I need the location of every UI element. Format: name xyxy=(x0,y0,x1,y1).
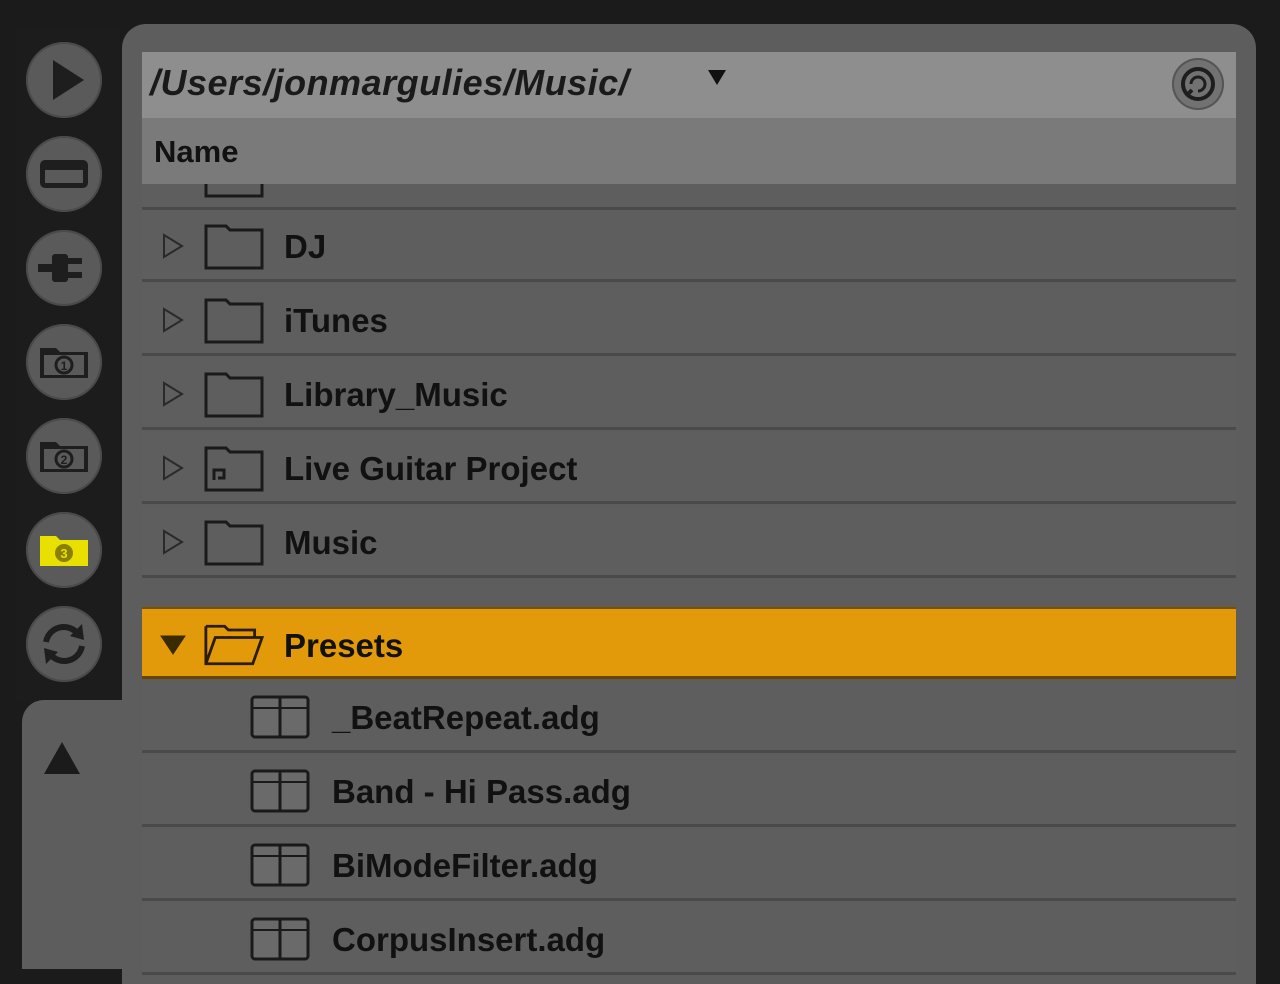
hot-swap-button[interactable] xyxy=(1172,58,1224,110)
file-browser-panel: /Users/jonmargulies/Music/ Name DJ iTune… xyxy=(122,24,1256,984)
list-item[interactable]: _BeatRepeat.adg xyxy=(142,681,1236,753)
expand-arrow-icon[interactable] xyxy=(160,307,186,333)
play-button[interactable] xyxy=(26,42,102,118)
item-label: Live Guitar Project xyxy=(284,450,578,487)
device-group-icon xyxy=(250,769,310,813)
list-item[interactable] xyxy=(142,184,1236,210)
device-group-icon xyxy=(250,917,310,961)
svg-text:1: 1 xyxy=(61,359,68,373)
path-bar[interactable]: /Users/jonmargulies/Music/ xyxy=(142,52,1236,118)
refresh-icon xyxy=(43,624,85,664)
column-header-name[interactable]: Name xyxy=(142,118,1236,184)
current-path[interactable]: /Users/jonmargulies/Music/ xyxy=(150,62,629,104)
places-folder-3-icon: 3 xyxy=(40,536,88,566)
svg-text:2: 2 xyxy=(61,453,68,467)
file-list: DJ iTunes Library_Music Live Guitar Proj… xyxy=(142,184,1236,984)
device-group-icon xyxy=(250,695,310,739)
folder-icon xyxy=(204,184,264,198)
folder-icon xyxy=(204,520,264,566)
places-folder-3-button[interactable]: 3 xyxy=(26,512,102,588)
item-label: Library_Music xyxy=(284,376,508,413)
folder-icon xyxy=(204,224,264,270)
expand-arrow-icon[interactable] xyxy=(160,529,186,555)
play-icon xyxy=(53,60,84,100)
svg-text:3: 3 xyxy=(60,546,67,561)
item-label: DJ xyxy=(284,228,327,265)
list-item-selected[interactable]: Presets xyxy=(142,607,1236,679)
places-folder-2-button[interactable]: 2 xyxy=(26,418,102,494)
list-item[interactable]: Music xyxy=(142,506,1236,578)
up-triangle-icon[interactable] xyxy=(44,742,80,774)
list-item[interactable]: Live Guitar Project xyxy=(142,432,1236,504)
refresh-button[interactable] xyxy=(26,606,102,682)
hot-swap-icon xyxy=(1181,67,1215,101)
path-dropdown-icon[interactable] xyxy=(708,70,726,85)
list-item[interactable]: CorpusInsert.adg xyxy=(142,903,1236,975)
item-label: CorpusInsert.adg xyxy=(332,921,606,958)
list-item[interactable]: BiModeFilter.adg xyxy=(142,829,1236,901)
item-label: BiModeFilter.adg xyxy=(332,847,598,884)
item-label: iTunes xyxy=(284,302,388,339)
list-item[interactable]: iTunes xyxy=(142,284,1236,356)
column-header-label: Name xyxy=(154,134,239,169)
list-item[interactable]: Library_Music xyxy=(142,358,1236,430)
item-label: _BeatRepeat.adg xyxy=(332,699,600,736)
collapse-arrow-icon[interactable] xyxy=(160,632,186,658)
folder-icon xyxy=(204,298,264,344)
browser-toolbar: 1 2 3 xyxy=(16,30,120,702)
device-group-icon xyxy=(250,843,310,887)
places-folder-2-icon: 2 xyxy=(40,442,88,472)
places-folder-1-button[interactable]: 1 xyxy=(26,324,102,400)
open-folder-icon xyxy=(204,624,264,666)
expand-arrow-icon[interactable] xyxy=(160,381,186,407)
expand-arrow-icon[interactable] xyxy=(160,455,186,481)
expand-arrow-icon[interactable] xyxy=(160,233,186,259)
item-label: Music xyxy=(284,524,378,561)
project-folder-icon xyxy=(204,446,264,492)
list-item[interactable]: Band - Hi Pass.adg xyxy=(142,755,1236,827)
list-item[interactable]: DJ xyxy=(142,210,1236,282)
item-label: Band - Hi Pass.adg xyxy=(332,773,631,810)
plugins-button[interactable] xyxy=(26,230,102,306)
plugin-icon xyxy=(38,254,82,282)
folder-icon xyxy=(204,372,264,418)
item-label: Presets xyxy=(284,627,404,664)
clip-view-button[interactable] xyxy=(26,136,102,212)
places-folder-1-icon: 1 xyxy=(40,348,88,378)
clip-icon xyxy=(40,160,88,188)
